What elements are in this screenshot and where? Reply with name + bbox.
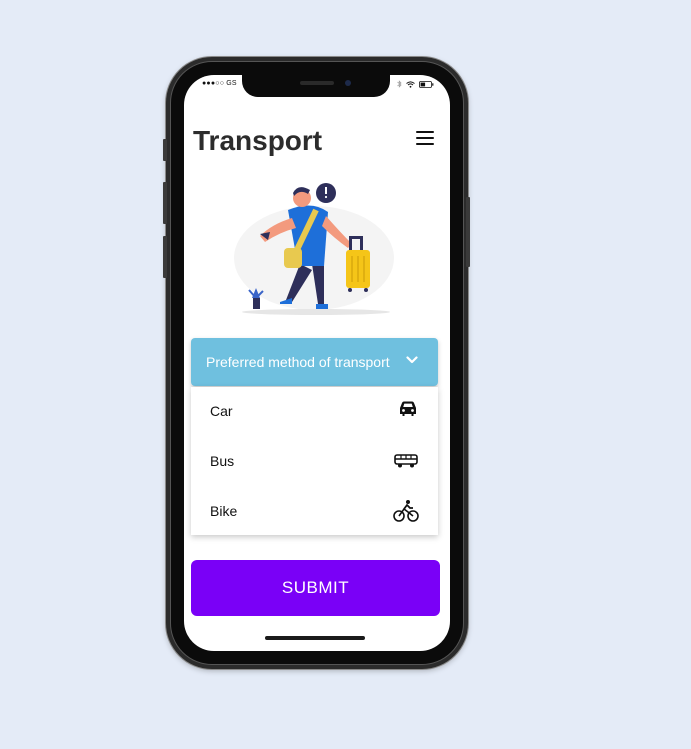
home-indicator xyxy=(265,636,365,640)
notch xyxy=(242,75,390,97)
option-bike[interactable]: Bike xyxy=(191,487,438,535)
battery-icon xyxy=(419,80,434,88)
car-icon xyxy=(400,401,416,416)
mute-switch xyxy=(163,139,167,161)
status-icons xyxy=(397,80,434,88)
option-label: Bus xyxy=(210,453,235,469)
transport-method-dropdown[interactable]: Preferred method of transport xyxy=(191,338,438,386)
submit-button[interactable]: SUBMIT xyxy=(191,560,440,616)
power-button xyxy=(466,197,470,267)
chevron-down-icon xyxy=(406,356,418,364)
option-bus[interactable]: Bus xyxy=(191,437,438,485)
hamburger-menu-icon[interactable] xyxy=(416,131,434,145)
bus-icon xyxy=(394,454,418,468)
bluetooth-icon xyxy=(397,80,402,88)
option-car[interactable]: Car xyxy=(191,387,438,435)
traveler-illustration xyxy=(234,183,394,315)
option-label: Car xyxy=(210,403,233,419)
front-camera xyxy=(345,80,351,86)
volume-up-button xyxy=(163,182,167,224)
page-title: Transport xyxy=(193,125,323,156)
transport-options-menu: Car Bus Bike xyxy=(191,387,438,535)
dropdown-label: Preferred method of transport xyxy=(206,354,390,370)
option-label: Bike xyxy=(210,503,238,519)
volume-down-button xyxy=(163,236,167,278)
wifi-icon xyxy=(406,80,415,88)
carrier-signal: ●●●○○ GS xyxy=(202,80,237,87)
phone-screen: ●●●○○ GS Transport Preferred method of t… xyxy=(184,75,450,651)
bicycle-icon xyxy=(393,500,419,522)
speaker-grille xyxy=(300,81,334,85)
